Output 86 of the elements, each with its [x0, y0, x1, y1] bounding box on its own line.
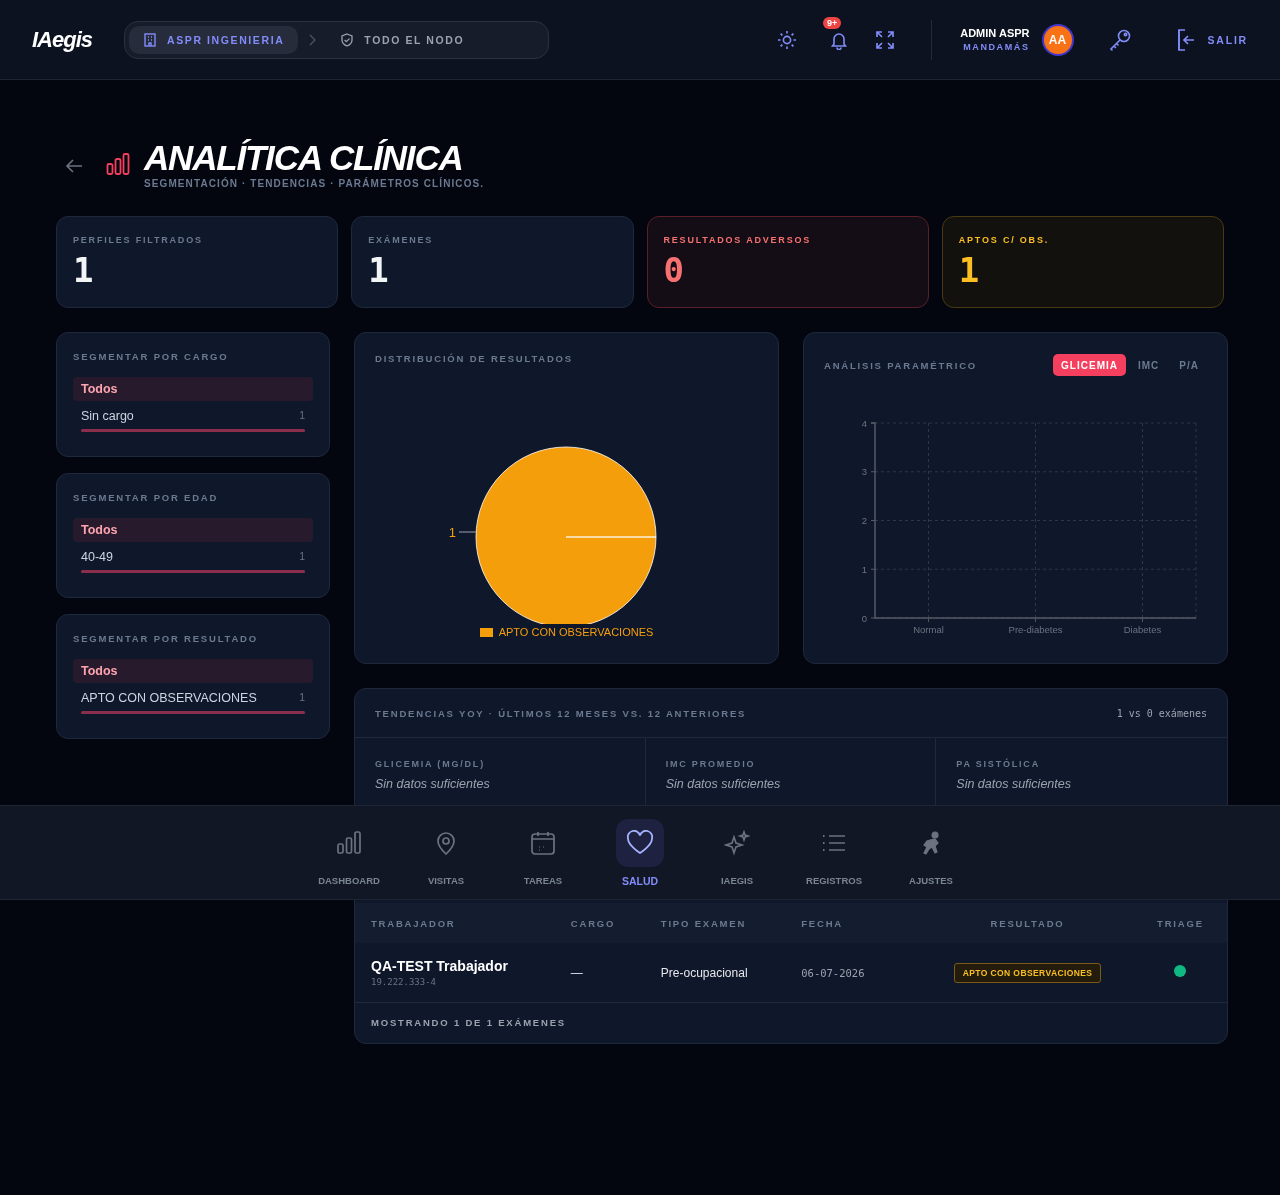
column-header: TRIAGE [1157, 917, 1204, 929]
filter-option[interactable]: Todos [73, 377, 313, 401]
filter-option[interactable]: Todos [73, 518, 313, 542]
chevron-right-icon [308, 33, 317, 46]
metric-value: Sin datos suficientes [956, 777, 1072, 791]
data-label: 1 [448, 525, 456, 540]
heart-icon [626, 829, 654, 856]
user-avatar[interactable]: AA [1041, 23, 1074, 56]
y-tick-label: 2 [861, 515, 867, 526]
filter-option[interactable]: 40-49 1 [73, 542, 313, 573]
metric-label: GLICEMIA (MG/DL) [375, 759, 486, 769]
stat-value: 1 [368, 251, 390, 289]
column-header: TIPO EXAMEN [660, 917, 747, 929]
shield-check-icon [340, 32, 355, 47]
panel-title: DISTRIBUCIÓN DE RESULTADOS [375, 353, 574, 364]
bar-chart-icon [336, 830, 362, 856]
notification-badge: 9+ [822, 16, 842, 29]
sparkles-icon [724, 830, 750, 856]
page-title: ANALÍTICA CLÍNICA [144, 138, 464, 177]
column-header: TRABAJADOR [371, 917, 456, 929]
y-tick-label: 1 [861, 563, 867, 575]
table-cell: — [570, 965, 583, 980]
table-footer: MOSTRANDO 1 DE 1 EXÁMENES [355, 1003, 1227, 1043]
table-cell: Pre-ocupacional [660, 965, 748, 980]
metric-label: PA SISTÓLICA [956, 759, 1041, 769]
filter-title: SEGMENTAR POR RESULTADO [73, 633, 259, 644]
column-header: RESULTADO [990, 917, 1065, 929]
option-count: 1 [299, 691, 305, 705]
stat-label: EXÁMENES [368, 235, 435, 245]
bar-chart-icon [106, 152, 130, 176]
x-tick-label: Pre-diabetes [1008, 624, 1063, 635]
column-header: FECHA [801, 917, 843, 929]
panel-title: ANÁLISIS PARAMÉTRICO [824, 359, 977, 371]
y-tick-label: 4 [861, 417, 867, 429]
filter-option[interactable]: APTO CON OBSERVACIONES 1 [73, 683, 313, 714]
leader-line [458, 531, 477, 533]
result-badge: APTO CON OBSERVACIONES [953, 962, 1102, 983]
parameter-tab[interactable]: IMC [1130, 354, 1168, 376]
stat-label: APTOS C/ OBS. [958, 235, 1050, 245]
nav-item[interactable]: VISITAS [397, 819, 495, 886]
logout-icon [1175, 27, 1196, 52]
option-count: 1 [299, 409, 305, 423]
nav-item[interactable]: DASHBOARD [300, 819, 398, 886]
metric-value: Sin datos suficientes [665, 777, 782, 791]
nav-item[interactable]: TAREAS [494, 819, 592, 886]
user-name: ADMIN ASPR [960, 27, 1030, 39]
nav-item[interactable]: IAEGIS [688, 819, 786, 886]
stat-label: RESULTADOS ADVERSOS [663, 235, 813, 245]
nav-item[interactable]: AJUSTES [882, 819, 980, 886]
x-tick-label: Normal [913, 624, 944, 635]
page-subtitle: SEGMENTACIÓN · TENDENCIAS · PARÁMETROS CLÍNICOS. [144, 178, 485, 189]
option-label: APTO CON OBSERVACIONES [81, 691, 257, 705]
metric-label: IMC PROMEDIO [665, 759, 757, 769]
worker-name: QA-TEST Trabajador [371, 958, 509, 974]
legend-item: APTO CON OBSERVACIONES [479, 626, 654, 638]
option-count: 1 [299, 550, 305, 564]
filter-option[interactable]: Sin cargo 1 [73, 401, 313, 432]
breadcrumb-item[interactable]: TODO EL NODO [326, 25, 479, 54]
parameter-tab[interactable]: GLICEMIA [1053, 354, 1126, 376]
stat-value: 0 [663, 251, 685, 289]
metric-value: Sin datos suficientes [375, 777, 491, 791]
logout-button[interactable]: SALIR [1175, 27, 1248, 52]
filter-title: SEGMENTAR POR EDAD [73, 492, 220, 503]
filter-title: SEGMENTAR POR CARGO [73, 351, 230, 362]
breadcrumb-item[interactable]: ASPR INGENIERIA [129, 25, 299, 54]
parameter-tab[interactable]: P/A [1171, 354, 1207, 376]
date-cell: 06-07-2026 [801, 966, 865, 979]
calendar-icon [530, 830, 556, 856]
column-header: CARGO [570, 917, 616, 929]
y-tick-label: 3 [861, 466, 867, 478]
option-label: Sin cargo [81, 409, 134, 423]
stat-label: PERFILES FILTRADOS [73, 235, 204, 245]
user-role: MANDAMÁS [963, 42, 1030, 52]
x-tick-label: Diabetes [1123, 624, 1162, 635]
worker-id: 19.222.333-4 [371, 977, 438, 987]
option-label: 40-49 [81, 550, 113, 564]
stat-value: 1 [73, 251, 95, 289]
nav-item[interactable]: REGISTROS [785, 819, 883, 886]
stat-value: 1 [958, 251, 981, 289]
nav-item[interactable]: SALUD [591, 818, 689, 887]
logo: IAegis [32, 26, 94, 53]
filter-option[interactable]: Todos [73, 659, 313, 683]
comparison-count: 1 vs 0 exámenes [1116, 707, 1207, 719]
panel-title: TENDENCIAS YOY · ÚLTIMOS 12 MESES VS. 12 ANTERIORES [375, 707, 747, 719]
y-tick-label: 0 [861, 612, 867, 624]
building-icon [143, 32, 157, 47]
